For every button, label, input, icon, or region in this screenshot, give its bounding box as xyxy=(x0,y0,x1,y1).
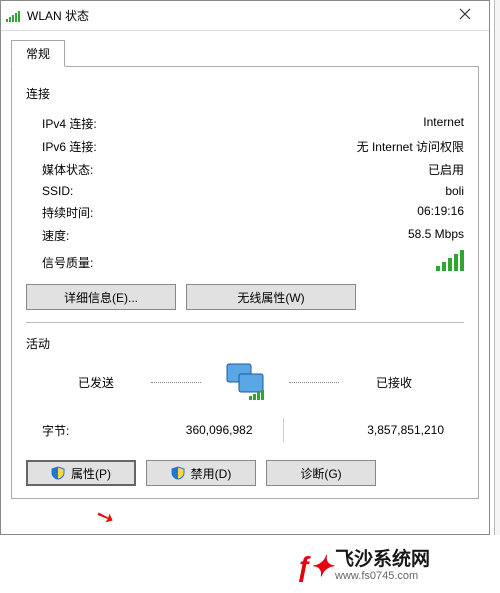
tab-general[interactable]: 常规 xyxy=(11,40,65,67)
duration-label: 持续时间: xyxy=(42,204,93,221)
ipv6-value: 无 Internet 访问权限 xyxy=(357,138,464,155)
watermark-brand: 飞沙系统网 xyxy=(335,550,430,571)
network-activity-icon xyxy=(221,362,269,402)
window-close-button[interactable] xyxy=(445,2,485,30)
dash-right xyxy=(289,382,339,383)
connection-rows: IPv4 连接: Internet IPv6 连接: 无 Internet 访问… xyxy=(26,112,464,274)
tab-panel: 连接 IPv4 连接: Internet IPv6 连接: 无 Internet… xyxy=(11,66,479,499)
signal-label: 信号质量: xyxy=(42,254,93,271)
bytes-recv-value: 3,857,851,210 xyxy=(294,423,465,437)
window-title: WLAN 状态 xyxy=(27,7,445,24)
bytes-row: 字节: 360,096,982 3,857,851,210 xyxy=(26,408,464,454)
action-buttons: 属性(P) 禁用(D) 诊断(G) xyxy=(26,460,464,486)
sent-label: 已发送 xyxy=(61,374,131,391)
duration-value: 06:19:16 xyxy=(417,204,464,221)
watermark-logo-icon: ƒ✦ xyxy=(296,550,331,583)
row-ipv6: IPv6 连接: 无 Internet 访问权限 xyxy=(26,135,464,158)
row-signal: 信号质量: xyxy=(26,247,464,274)
ssid-label: SSID: xyxy=(42,184,73,198)
speed-value: 58.5 Mbps xyxy=(408,227,464,244)
shield-icon xyxy=(51,466,65,480)
row-media: 媒体状态: 已启用 xyxy=(26,158,464,181)
activity-heading: 活动 xyxy=(26,335,464,352)
row-ssid: SSID: boli xyxy=(26,181,464,201)
bytes-label: 字节: xyxy=(42,422,102,439)
recv-label: 已接收 xyxy=(359,374,429,391)
ipv4-label: IPv4 连接: xyxy=(42,115,97,132)
diagnose-button[interactable]: 诊断(G) xyxy=(266,460,376,486)
titlebar: WLAN 状态 xyxy=(1,1,489,31)
signal-bars-icon xyxy=(436,250,464,271)
shield-icon xyxy=(171,466,185,480)
media-value: 已启用 xyxy=(428,161,464,178)
ipv4-value: Internet xyxy=(423,115,464,132)
watermark: ƒ✦ 飞沙系统网 www.fs0745.com xyxy=(290,539,500,593)
properties-button-label: 属性(P) xyxy=(71,465,111,482)
ssid-value: boli xyxy=(445,184,464,198)
details-button[interactable]: 详细信息(E)... xyxy=(26,284,176,310)
row-duration: 持续时间: 06:19:16 xyxy=(26,201,464,224)
bytes-sep xyxy=(283,418,284,442)
connection-heading: 连接 xyxy=(26,85,464,102)
diagnose-button-label: 诊断(G) xyxy=(300,465,341,482)
disable-button-label: 禁用(D) xyxy=(191,465,232,482)
disable-button[interactable]: 禁用(D) xyxy=(146,460,256,486)
wlan-status-dialog: WLAN 状态 常规 连接 IPv4 连接: Internet IPv6 连接:… xyxy=(0,0,490,535)
media-label: 媒体状态: xyxy=(42,161,93,178)
speed-label: 速度: xyxy=(42,227,69,244)
bytes-sent-value: 360,096,982 xyxy=(102,423,273,437)
wireless-properties-button[interactable]: 无线属性(W) xyxy=(186,284,356,310)
dash-left xyxy=(151,382,201,383)
properties-button[interactable]: 属性(P) xyxy=(26,460,136,486)
right-strip xyxy=(494,0,500,535)
divider xyxy=(26,322,464,323)
close-icon xyxy=(459,7,471,25)
ipv6-label: IPv6 连接: xyxy=(42,138,97,155)
row-speed: 速度: 58.5 Mbps xyxy=(26,224,464,247)
row-ipv4: IPv4 连接: Internet xyxy=(26,112,464,135)
wifi-icon xyxy=(5,9,21,23)
watermark-url: www.fs0745.com xyxy=(335,570,430,582)
activity-header: 已发送 已接收 xyxy=(26,362,464,402)
tab-row: 常规 xyxy=(1,31,489,66)
